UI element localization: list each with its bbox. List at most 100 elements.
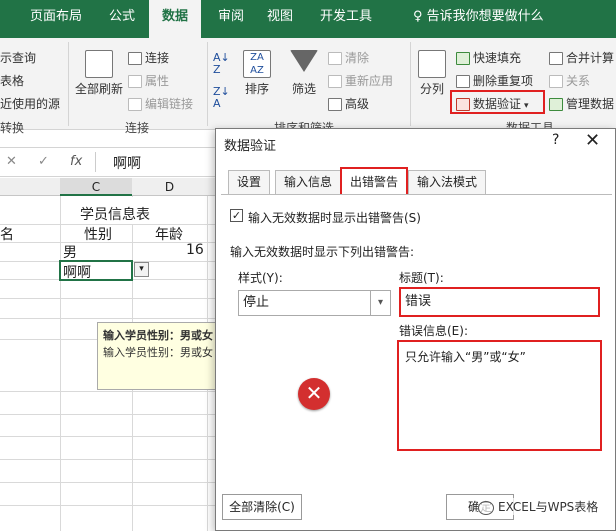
style-select[interactable]: 停止 ▾	[238, 290, 391, 316]
advanced-button[interactable]: 高级	[328, 96, 369, 112]
tab-error-alert[interactable]: 出错警告	[340, 167, 409, 195]
chevron-down-icon: ▾	[370, 291, 390, 315]
tab-input-message[interactable]: 输入信息	[275, 170, 342, 194]
manage-data-model-button[interactable]: 管理数据	[549, 96, 614, 112]
sort-az-icon[interactable]: A↓ Z	[213, 52, 230, 76]
grid-line	[0, 298, 220, 299]
cell-dropdown-arrow-icon[interactable]: ▾	[134, 262, 149, 277]
group-label-transform: 转换	[0, 121, 25, 135]
cell-header-name[interactable]: 名	[0, 224, 14, 244]
connections-button[interactable]: 连接	[128, 50, 169, 66]
ribbon-data: 示查询 表格 近使用的源 转换 全部刷新 连接 属性 编辑链接 连接 A↓ Z Z…	[0, 38, 616, 135]
tooltip-body: 输入学员性别：男或女	[103, 346, 213, 359]
style-label: 样式(Y):	[238, 271, 283, 285]
input-message-tooltip: 输入学员性别：男或女 输入学员性别：男或女	[97, 322, 220, 390]
consolidate-icon	[549, 52, 563, 65]
tell-me-search[interactable]: ♀ 告诉我你想要做什么	[413, 0, 544, 38]
title-input[interactable]: 错误	[399, 287, 600, 317]
from-table-button[interactable]: 表格	[0, 73, 24, 89]
style-selected-value: 停止	[243, 295, 270, 310]
flash-fill-button[interactable]: 快速填充	[456, 50, 521, 66]
active-cell[interactable]: 啊啊	[59, 260, 133, 281]
refresh-all-label: 全部刷新	[74, 82, 123, 96]
watermark: EXCEL与WPS表格	[478, 498, 599, 515]
flash-fill-icon	[456, 52, 470, 65]
formula-input[interactable]: 啊啊	[113, 153, 141, 173]
show-error-checkbox[interactable]: ✓	[230, 209, 243, 222]
tooltip-title: 输入学员性别：男或女	[103, 329, 213, 342]
properties-icon	[128, 75, 142, 88]
close-icon[interactable]: ✕	[585, 130, 600, 151]
sort-button[interactable]: ZA AZ 排序	[239, 50, 275, 97]
sort-icon: ZA AZ	[243, 50, 271, 78]
show-queries-button[interactable]: 示查询	[0, 50, 36, 66]
group-label-connections: 连接	[125, 121, 150, 135]
error-message-label: 错误信息(E):	[399, 324, 468, 338]
cell-gender-row1[interactable]: 男	[63, 242, 77, 262]
text-to-columns-button[interactable]: 分列	[414, 50, 450, 97]
reapply-button[interactable]: 重新应用	[328, 73, 393, 89]
sheet-title: 学员信息表	[80, 207, 150, 223]
tab-settings[interactable]: 设置	[228, 170, 271, 194]
formula-enter-icon[interactable]: ✓	[38, 154, 49, 169]
tab-developer[interactable]: 开发工具	[312, 0, 380, 38]
show-error-label[interactable]: 输入无效数据时显示出错警告(S)	[248, 209, 421, 226]
edit-links-button[interactable]: 编辑链接	[128, 96, 193, 112]
grid-line	[0, 436, 220, 437]
sort-label: 排序	[244, 82, 269, 96]
formula-cancel-icon[interactable]: ✕	[6, 154, 17, 169]
properties-button[interactable]: 属性	[128, 73, 169, 89]
grid-line	[0, 318, 220, 319]
text-to-columns-label: 分列	[419, 82, 444, 96]
filter-funnel-icon	[290, 50, 318, 72]
data-model-icon	[549, 98, 563, 111]
connections-icon	[128, 52, 142, 65]
stop-error-icon: ✕	[298, 378, 330, 410]
tab-formulas[interactable]: 公式	[101, 0, 143, 38]
clear-button[interactable]: 清除	[328, 50, 369, 66]
consolidate-button[interactable]: 合并计算	[549, 50, 614, 66]
grid-line	[0, 482, 220, 483]
ribbon-separator	[68, 42, 69, 126]
cell-header-age[interactable]: 年龄	[155, 224, 183, 244]
filter-button[interactable]: 筛选	[286, 50, 322, 97]
tab-page-layout[interactable]: 页面布局	[22, 0, 90, 38]
grid-line	[0, 459, 220, 460]
advanced-filter-icon	[328, 98, 342, 111]
column-header-d[interactable]: D	[132, 178, 207, 196]
wechat-logo-icon	[478, 500, 494, 515]
relationships-icon	[549, 75, 563, 88]
sort-za-icon[interactable]: Z↓ A	[213, 86, 230, 110]
cell-age-row1[interactable]: 16	[186, 242, 204, 258]
data-validation-highlight	[450, 90, 545, 114]
section-label: 输入无效数据时显示下列出错警告:	[230, 245, 415, 259]
ribbon-separator	[410, 42, 411, 126]
grid-line	[0, 505, 220, 506]
ribbon-separator	[207, 42, 208, 126]
tab-view[interactable]: 视图	[259, 0, 301, 38]
tab-ime-mode[interactable]: 输入法模式	[408, 170, 487, 194]
data-validation-dialog: 数据验证 ? ✕ 设置 输入信息 出错警告 输入法模式 ✓ 输入无效数据时显示出…	[215, 128, 616, 531]
remove-duplicates-button[interactable]: 删除重复项	[456, 73, 533, 89]
refresh-all-button[interactable]: 全部刷新	[73, 50, 125, 97]
tab-data[interactable]: 数据	[149, 0, 201, 38]
clear-all-button[interactable]: 全部清除(C)	[222, 494, 302, 520]
relationships-button[interactable]: 关系	[549, 73, 590, 89]
grid-line	[0, 391, 220, 392]
error-message-textarea[interactable]: 只允许输入“男”或“女”	[397, 340, 602, 451]
edit-links-icon	[128, 98, 142, 111]
text-to-columns-icon	[418, 50, 446, 78]
grid-line	[60, 196, 61, 531]
ribbon-tab-bar: 页面布局 公式 数据 审阅 视图 开发工具 ♀ 告诉我你想要做什么	[0, 0, 616, 38]
recent-sources-button[interactable]: 近使用的源	[0, 96, 60, 112]
column-header-c[interactable]: C	[60, 178, 132, 196]
tab-divider	[221, 194, 612, 195]
remove-duplicates-icon	[456, 75, 470, 88]
watermark-text: EXCEL与WPS表格	[498, 500, 599, 514]
cell-header-gender[interactable]: 性别	[84, 224, 112, 244]
reapply-icon	[328, 75, 342, 88]
help-icon[interactable]: ?	[552, 132, 559, 148]
title-label: 标题(T):	[399, 271, 444, 285]
tab-review[interactable]: 审阅	[210, 0, 252, 38]
insert-function-icon[interactable]: fx	[70, 154, 82, 169]
